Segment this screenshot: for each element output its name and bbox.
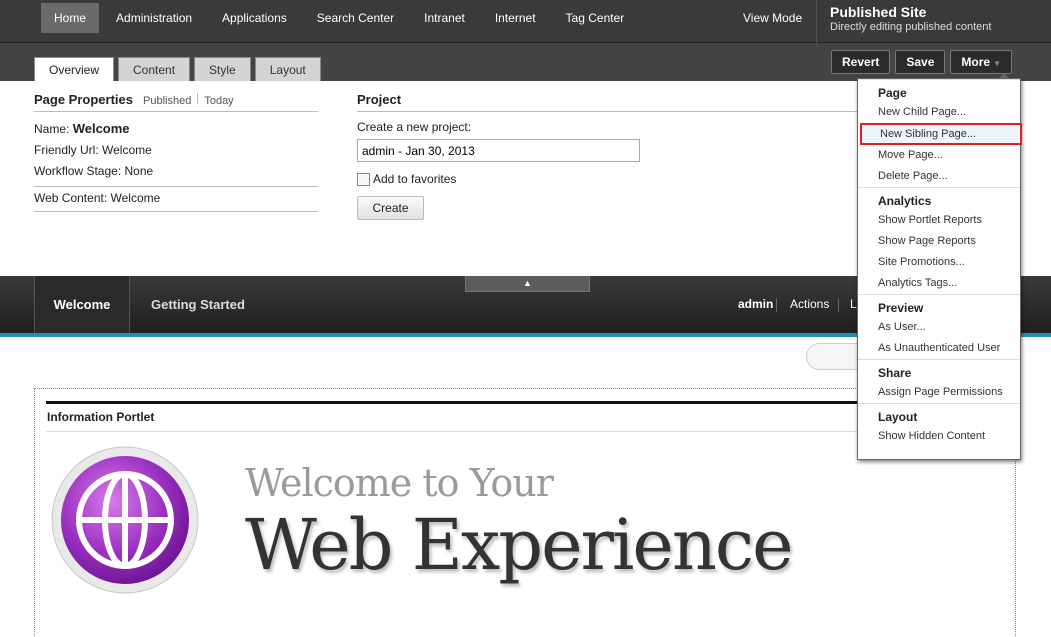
divider [776,298,777,312]
nav-search-center[interactable]: Search Center [304,3,407,33]
divider [838,298,839,312]
page-properties-panel: Page Properties Published Today Name: We… [34,92,318,212]
name-label: Name: [34,122,70,136]
welcome-heading-large: Web Experience [245,504,794,586]
nav-administration[interactable]: Administration [103,3,205,33]
menu-item-as-user[interactable]: As User... [878,317,1020,338]
top-navigation-bar: Home Administration Applications Search … [0,0,1051,43]
user-link[interactable]: admin [738,276,773,333]
menu-section-analytics: Analytics Show Portlet Reports Show Page… [858,187,1020,294]
page-properties-title: Page Properties [34,92,133,107]
menu-item-delete-page[interactable]: Delete Page... [878,166,1020,187]
menu-item-analytics-tags[interactable]: Analytics Tags... [878,273,1020,294]
nav-intranet[interactable]: Intranet [411,3,478,33]
revert-button[interactable]: Revert [831,50,891,74]
menu-section-preview: Preview As User... As Unauthenticated Us… [858,294,1020,359]
tab-list: Overview Content Style Layout [34,57,325,81]
menu-heading-share: Share [878,366,912,380]
name-row: Name: Welcome [34,121,318,136]
divider [34,211,318,212]
nav-internet[interactable]: Internet [482,3,549,33]
nav-applications[interactable]: Applications [209,3,300,33]
friendly-url-row: Friendly Url: Welcome [34,143,152,157]
menu-item-new-sibling-page[interactable]: New Sibling Page... [860,123,1022,145]
menu-item-show-portlet-reports[interactable]: Show Portlet Reports [878,210,1020,231]
view-mode-link[interactable]: View Mode [743,3,802,33]
tab-style[interactable]: Style [194,57,251,81]
chevron-down-icon: ▼ [993,59,1001,68]
project-panel: Project Create a new project: Add to fav… [357,92,857,220]
menu-heading-analytics: Analytics [878,194,932,208]
date-label: Today [204,95,234,107]
menu-heading-layout: Layout [878,410,918,424]
site-nav-getting-started[interactable]: Getting Started [151,276,245,333]
menu-item-as-unauthenticated-user[interactable]: As Unauthenticated User [878,338,1020,359]
menu-section-share: Share Assign Page Permissions [858,359,1020,403]
site-subtitle: Directly editing published content [830,21,992,33]
portlet-title: Information Portlet [47,410,155,424]
workflow-row: Workflow Stage: None [34,164,154,178]
menu-heading-preview: Preview [878,301,924,315]
edit-tab-bar: Overview Content Style Layout Revert Sav… [0,43,1051,81]
menu-pointer-icon [998,73,1010,79]
menu-item-show-page-reports[interactable]: Show Page Reports [878,231,1020,252]
page-properties-header: Page Properties Published Today [34,92,318,112]
favorites-checkbox[interactable] [357,172,370,186]
menu-item-assign-page-permissions[interactable]: Assign Page Permissions [878,382,1020,403]
favorites-row: Add to favorites [357,172,857,186]
tab-overview[interactable]: Overview [34,57,115,81]
menu-item-new-child-page[interactable]: New Child Page... [878,102,1020,123]
top-nav: Home Administration Applications Search … [41,3,641,33]
menu-item-move-page[interactable]: Move Page... [878,145,1020,166]
actions-link[interactable]: Actions [790,276,829,333]
welcome-heading-small: Welcome to Your [245,461,554,505]
chevron-up-icon: ▲ [523,278,532,288]
globe-icon [51,446,199,594]
save-button[interactable]: Save [895,50,946,74]
project-title: Project [357,92,857,112]
favorites-label[interactable]: Add to favorites [373,172,456,186]
create-project-label: Create a new project: [357,120,472,134]
tab-layout[interactable]: Layout [254,57,321,81]
menu-section-page: Page New Child Page... New Sibling Page.… [858,79,1022,187]
site-title: Published Site [830,4,927,20]
create-project-button[interactable]: Create [357,196,424,220]
collapse-toggle[interactable]: ▲ [465,276,590,292]
more-label: More [961,55,991,69]
status-label: Published [143,95,192,107]
more-dropdown-menu: Page New Child Page... New Sibling Page.… [857,73,1022,460]
menu-heading-page: Page [878,86,907,100]
nav-tag-center[interactable]: Tag Center [553,3,638,33]
page-name: Welcome [72,121,130,136]
nav-home[interactable]: Home [41,3,100,33]
page-actions: Revert Save More ▼ [826,50,1012,74]
divider [197,93,199,104]
menu-section-layout: Layout Show Hidden Content [858,403,1020,447]
project-name-input[interactable] [357,139,640,162]
site-nav-welcome[interactable]: Welcome [34,276,130,333]
published-site-indicator[interactable]: Published Site Directly editing publishe… [816,0,991,43]
menu-item-site-promotions[interactable]: Site Promotions... [878,252,1020,273]
more-button[interactable]: More ▼ [950,50,1012,74]
web-content-row: Web Content: Welcome [34,191,161,205]
menu-item-show-hidden-content[interactable]: Show Hidden Content [878,426,1020,447]
divider [34,186,318,187]
tab-content[interactable]: Content [118,57,191,81]
truncated-link[interactable]: L [850,276,857,333]
